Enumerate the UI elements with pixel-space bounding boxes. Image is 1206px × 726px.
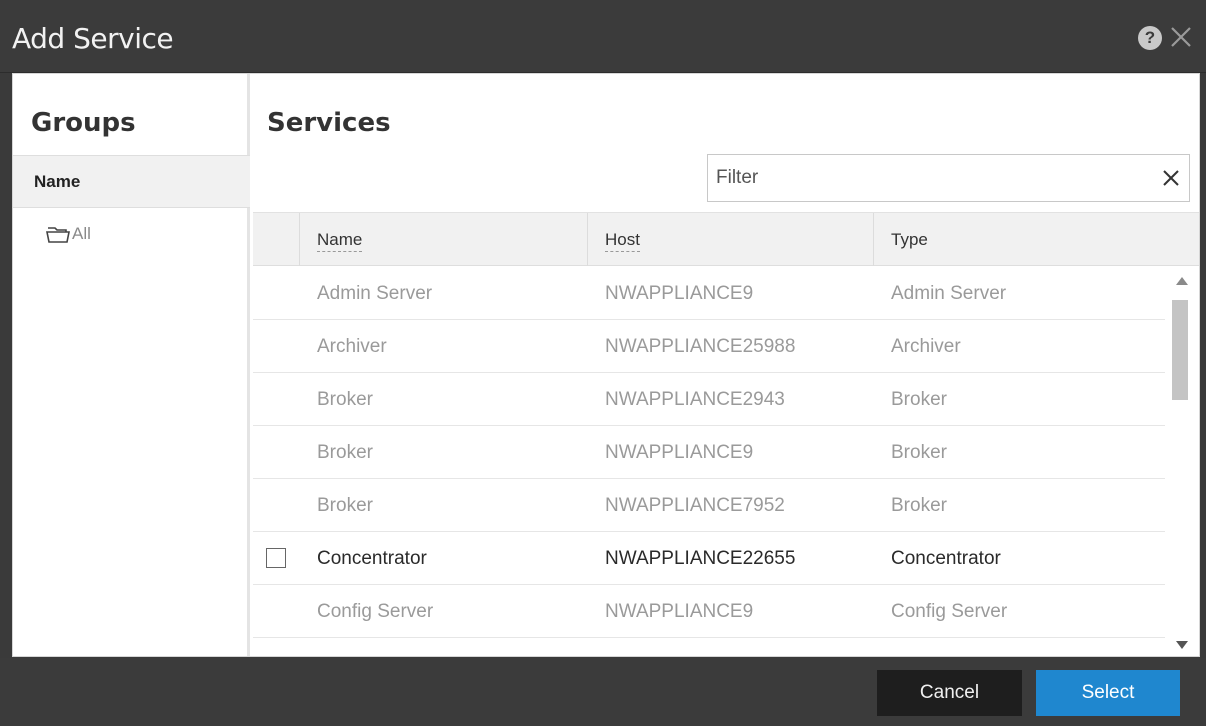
- help-icon[interactable]: ?: [1138, 26, 1162, 50]
- table-row: Broker NWAPPLIANCE2943 Broker: [253, 373, 1165, 426]
- filter-field: [707, 154, 1190, 202]
- column-header-type-label: Type: [891, 230, 928, 249]
- table-row: Broker NWAPPLIANCE9 Broker: [253, 426, 1165, 479]
- cell-name: Concentrator: [317, 548, 427, 569]
- cell-type: Concentrator: [891, 548, 1001, 569]
- cell-type: Broker: [891, 442, 947, 463]
- dialog-body: Groups Name All Services Name: [12, 73, 1200, 657]
- cell-name: Admin Server: [317, 283, 433, 304]
- cell-host: NWAPPLIANCE22655: [605, 548, 796, 569]
- dialog-footer: Cancel Select: [0, 658, 1206, 726]
- cell-type: Archiver: [891, 336, 961, 357]
- scroll-up-icon[interactable]: [1176, 277, 1188, 285]
- clear-filter-icon[interactable]: [1161, 168, 1181, 188]
- table-row: Broker NWAPPLIANCE7952 Broker: [253, 479, 1165, 532]
- dialog-titlebar: Add Service ?: [0, 0, 1206, 73]
- close-icon[interactable]: [1166, 22, 1196, 52]
- table-row: Admin Server NWAPPLIANCE9 Admin Server: [253, 267, 1165, 320]
- row-checkbox[interactable]: [266, 548, 286, 568]
- column-header-type[interactable]: Type: [873, 213, 1199, 266]
- scroll-down-icon[interactable]: [1176, 641, 1188, 649]
- cell-type: Broker: [891, 389, 947, 410]
- group-item-all[interactable]: All: [46, 222, 91, 246]
- groups-name-column-header[interactable]: Name: [13, 155, 250, 208]
- groups-name-column-label: Name: [34, 172, 81, 191]
- cell-host: NWAPPLIANCE25988: [605, 336, 796, 357]
- table-body: Admin Server NWAPPLIANCE9 Admin Server A…: [253, 267, 1165, 638]
- cell-host: NWAPPLIANCE7952: [605, 495, 785, 516]
- cell-type: Admin Server: [891, 283, 1007, 304]
- scrollbar-thumb[interactable]: [1172, 300, 1188, 400]
- table-row-selectable[interactable]: Concentrator NWAPPLIANCE22655 Concentrat…: [253, 532, 1165, 585]
- cell-type: Broker: [891, 495, 947, 516]
- cancel-button[interactable]: Cancel: [877, 670, 1022, 716]
- cell-host: NWAPPLIANCE9: [605, 442, 754, 463]
- table-scrollbar[interactable]: [1167, 267, 1197, 656]
- table-row: Archiver NWAPPLIANCE25988 Archiver: [253, 320, 1165, 373]
- cell-name: Config Server: [317, 601, 434, 622]
- folder-icon: [46, 227, 70, 243]
- select-button[interactable]: Select: [1036, 670, 1180, 716]
- cell-name: Archiver: [317, 336, 387, 357]
- cell-name: Broker: [317, 389, 373, 410]
- column-header-name[interactable]: Name: [299, 213, 587, 266]
- table-row: Config Server NWAPPLIANCE9 Config Server: [253, 585, 1165, 638]
- services-panel: Services Name Host Type: [253, 74, 1199, 656]
- cell-host: NWAPPLIANCE2943: [605, 389, 785, 410]
- cell-name: Broker: [317, 442, 373, 463]
- groups-panel: Groups Name All: [13, 74, 250, 656]
- cell-host: NWAPPLIANCE9: [605, 601, 754, 622]
- services-table: Name Host Type Admin Server NWAPPLIANCE9…: [253, 212, 1199, 656]
- dialog-title: Add Service: [12, 22, 174, 55]
- cell-host: NWAPPLIANCE9: [605, 283, 754, 304]
- cell-name: Broker: [317, 495, 373, 516]
- column-header-name-label: Name: [317, 230, 363, 252]
- cell-type: Config Server: [891, 601, 1008, 622]
- groups-heading: Groups: [31, 108, 136, 138]
- group-item-label: All: [72, 224, 91, 243]
- column-header-host[interactable]: Host: [587, 213, 873, 266]
- column-header-host-label: Host: [605, 230, 640, 252]
- services-heading: Services: [267, 108, 391, 138]
- table-header: Name Host Type: [253, 213, 1199, 266]
- filter-input[interactable]: [708, 155, 1148, 201]
